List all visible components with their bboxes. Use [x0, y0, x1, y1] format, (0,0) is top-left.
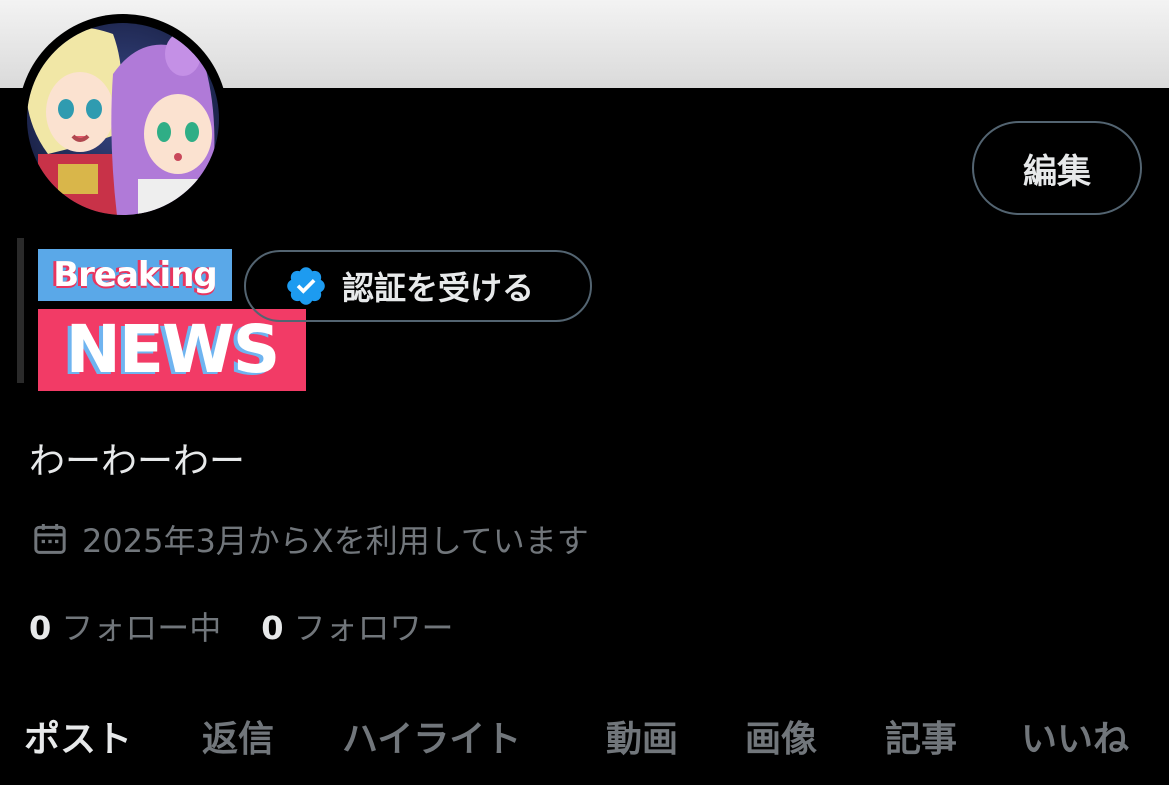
- display-name-area: [17, 238, 24, 383]
- tab-videos[interactable]: 動画: [606, 710, 678, 762]
- profile-page: 編集 Breaking NEWS 認証を受ける わーわーわー 2025年3月から…: [0, 0, 1169, 785]
- breaking-label: Breaking: [38, 249, 232, 301]
- tab-highlights[interactable]: ハイライト: [342, 710, 521, 762]
- follow-stats: 0 フォロー中 0 フォロワー: [29, 603, 454, 649]
- join-date: 2025年3月からXを利用しています: [30, 516, 589, 562]
- profile-tabs: ポスト 返信 ハイライト 動画 画像 記事 いいね: [0, 690, 1169, 785]
- calendar-icon: [30, 519, 70, 559]
- tab-articles[interactable]: 記事: [885, 710, 957, 762]
- followers-label: フォロワー: [293, 609, 454, 647]
- followers-count: 0: [261, 609, 284, 647]
- tab-replies[interactable]: 返信: [202, 710, 274, 762]
- join-date-text: 2025年3月からXを利用しています: [82, 522, 589, 560]
- following-label: フォロー中: [61, 609, 222, 647]
- tab-media[interactable]: 画像: [745, 710, 817, 762]
- avatar[interactable]: [18, 14, 228, 224]
- tab-likes[interactable]: いいね: [1021, 710, 1129, 762]
- following-count: 0: [29, 609, 52, 647]
- get-verified-button[interactable]: 認証を受ける: [244, 250, 592, 322]
- edit-profile-button[interactable]: 編集: [972, 121, 1142, 215]
- verified-badge-icon: [284, 264, 328, 308]
- followers-link[interactable]: 0 フォロワー: [261, 603, 453, 649]
- get-verified-label: 認証を受ける: [342, 269, 535, 307]
- profile-bio: わーわーわー: [29, 441, 246, 482]
- news-label: NEWS: [38, 309, 306, 391]
- following-link[interactable]: 0 フォロー中: [29, 603, 221, 649]
- tab-posts[interactable]: ポスト: [24, 710, 132, 762]
